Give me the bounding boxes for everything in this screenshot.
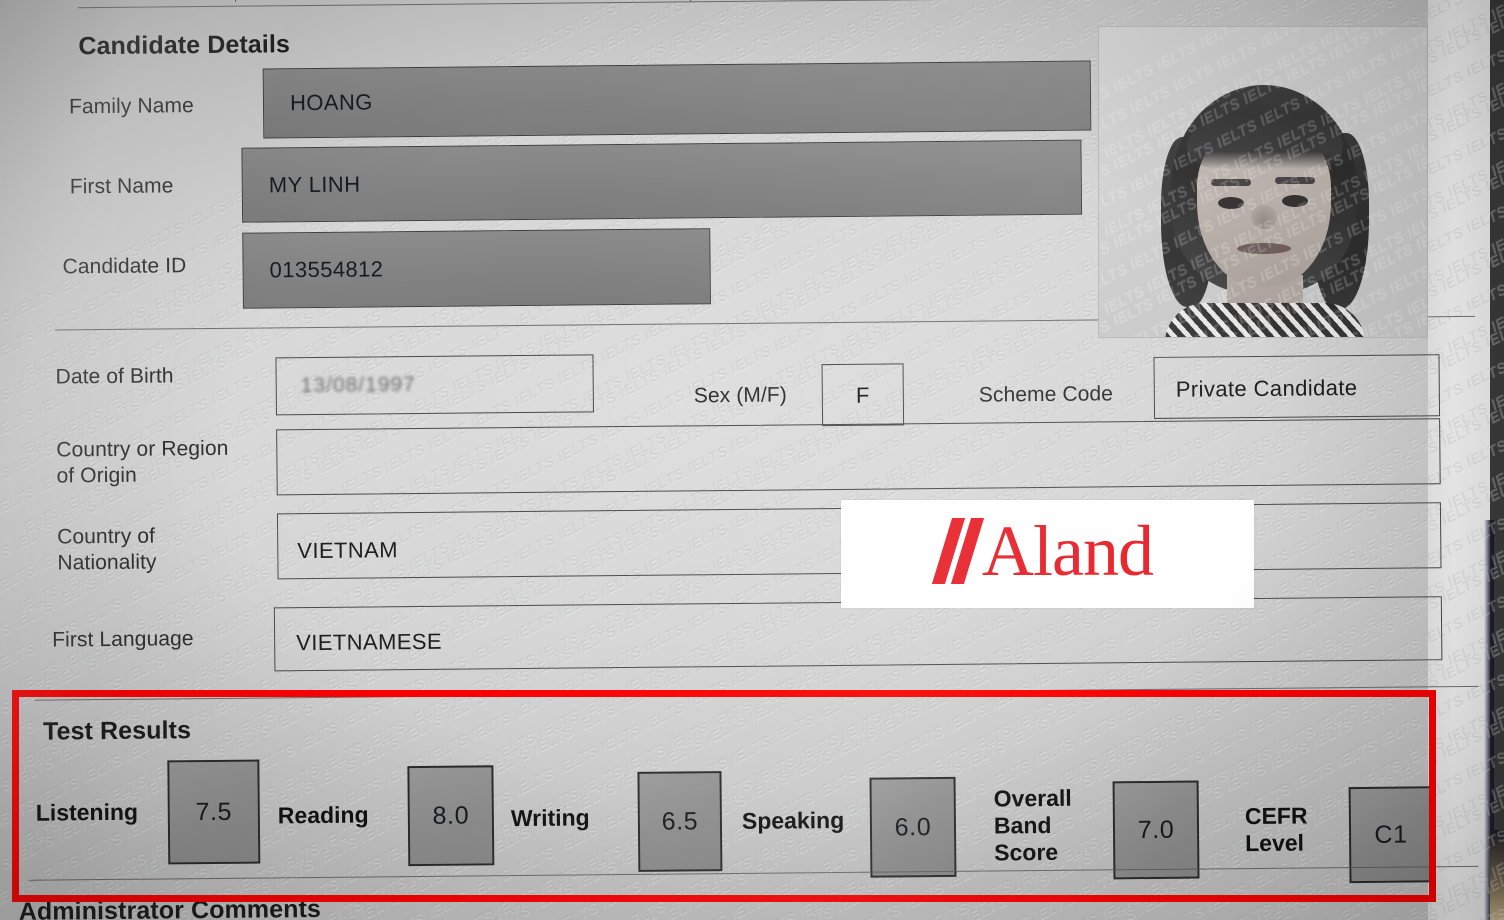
aland-logo: Aland [841, 500, 1254, 608]
candidate-photo: IELTS IELTS IELTS IELTS IELTS IELTS IELT… [1098, 26, 1428, 338]
cropped-field-box-1 [234, 0, 496, 2]
scheme-code-value: Private Candidate [1175, 374, 1358, 402]
photo-eyebrow-right [1275, 177, 1315, 184]
overall-band-score: 7.0 [1112, 780, 1200, 880]
family-name-value-redacted: HOANG [262, 60, 1092, 139]
candidate-id-value-redacted: 013554812 [242, 228, 711, 309]
candidate-details-heading: Candidate Details [78, 30, 291, 61]
first-name-value-redacted: MY LINH [241, 139, 1083, 223]
family-name-label: Family Name [68, 94, 194, 119]
country-of-origin-field[interactable] [276, 418, 1441, 496]
speaking-label: Speaking [741, 806, 845, 834]
country-of-nationality-label: Country of Nationality [57, 524, 157, 575]
cefr-level-label: CEFR Level [1244, 802, 1308, 857]
photo-fringe [1187, 111, 1343, 169]
first-language-value: VIETNAMESE [296, 628, 443, 656]
sex-value: F [855, 382, 870, 408]
candidate-id-label: Candidate ID [62, 254, 187, 279]
scheme-code-label: Scheme Code [978, 382, 1114, 407]
reading-label: Reading [277, 801, 369, 829]
cefr-level-value: C1 [1348, 786, 1434, 884]
first-name-label: First Name [69, 174, 174, 199]
divider-test-results-bottom [28, 865, 1479, 881]
photo-nose [1251, 205, 1277, 229]
photo-eye-left [1218, 197, 1244, 209]
country-of-origin-label: Country or Region of Origin [56, 436, 229, 488]
reading-score: 8.0 [407, 765, 495, 867]
writing-label: Writing [510, 804, 590, 832]
sex-label: Sex (M/F) [693, 383, 788, 408]
aland-logo-slashes-icon [931, 518, 985, 584]
aland-logo-wordmark: Aland [982, 511, 1154, 591]
speaking-score: 6.0 [869, 776, 957, 878]
date-of-birth-value: 13/08/1997 [300, 373, 416, 398]
first-language-label: First Language [52, 627, 194, 652]
overall-band-score-label: Overall Band Score [993, 784, 1072, 866]
photo-eye-right [1282, 195, 1308, 207]
photo-mouth [1237, 243, 1291, 254]
divider-test-results-top [34, 685, 1479, 701]
writing-score: 6.5 [637, 771, 723, 872]
photo-clothing [1165, 303, 1365, 337]
screenshot-root: IELTS IELTS IELTS IELTS IELTS IELTS IELT… [0, 0, 1504, 920]
paper-edge-warm-strip [1490, 830, 1504, 920]
listening-label: Listening [35, 798, 139, 826]
country-of-nationality-value: VIETNAM [297, 537, 399, 564]
photo-eyebrow-left [1211, 179, 1251, 186]
test-results-heading: Test Results [42, 716, 192, 746]
date-of-birth-label: Date of Birth [55, 364, 174, 389]
listening-score: 7.5 [167, 759, 261, 865]
administrator-comments-heading: Administrator Comments [18, 894, 322, 920]
